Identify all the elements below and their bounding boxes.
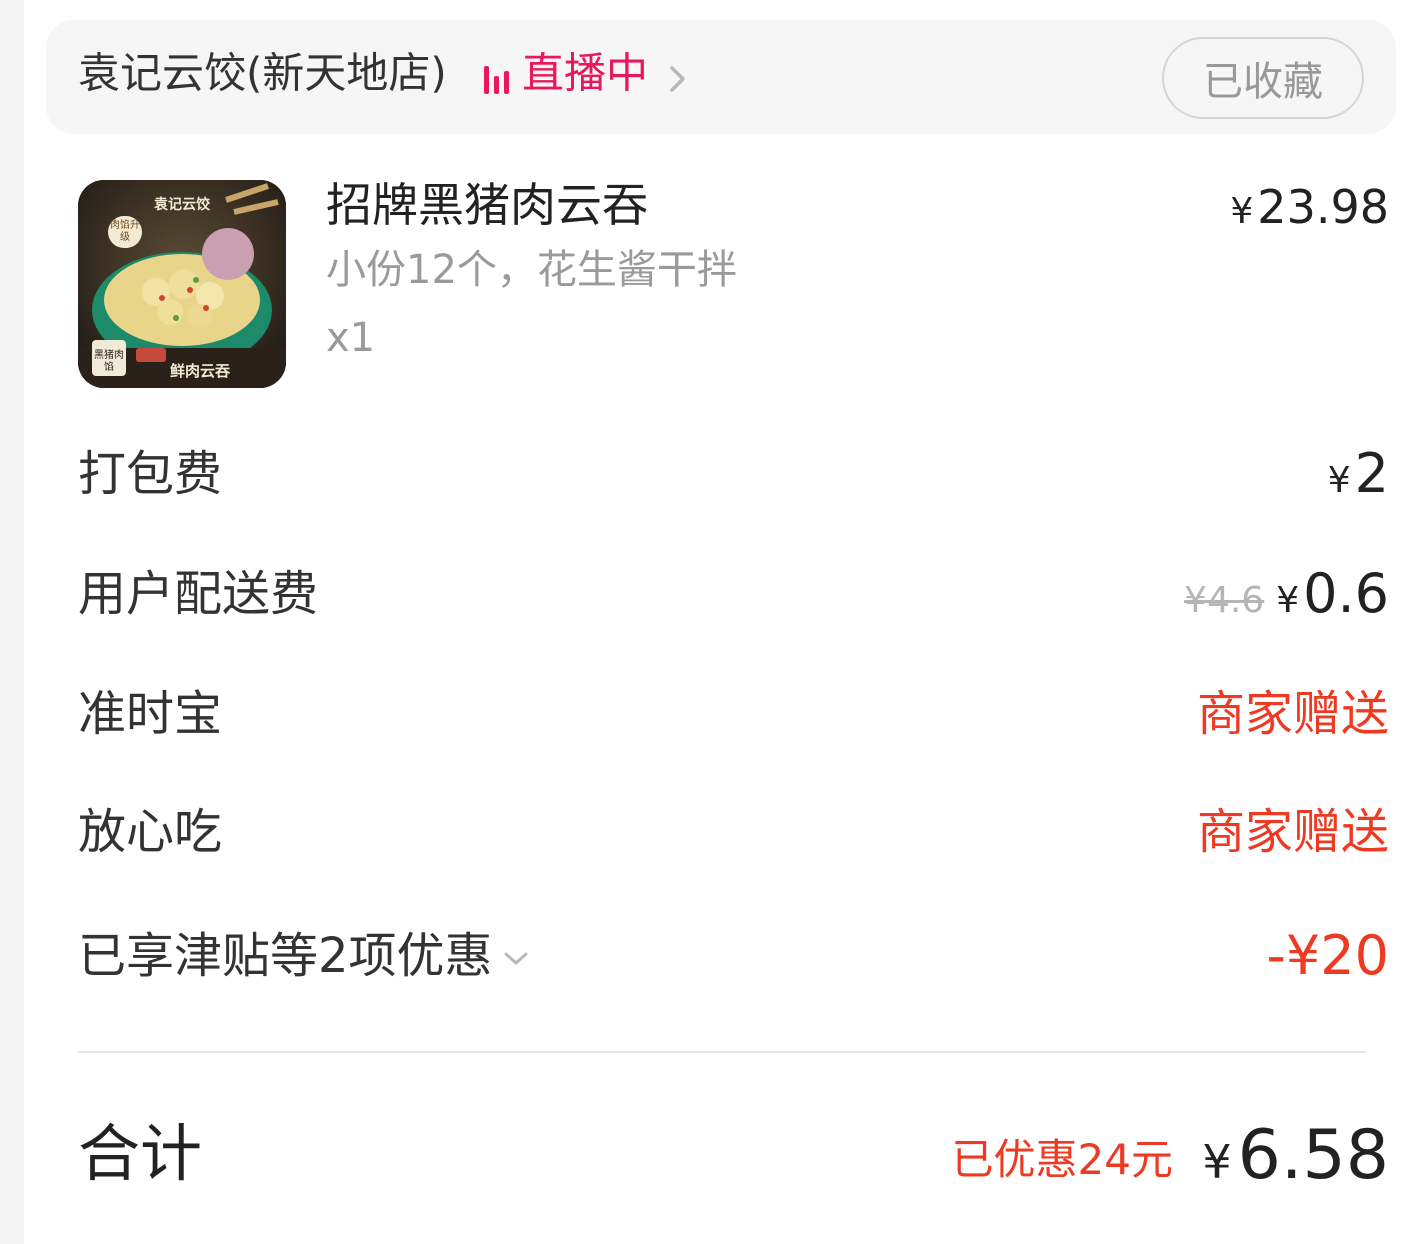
chevron-down-icon[interactable] [501,949,531,969]
delivery-fee-value: ¥4.6 ¥0.6 [1184,564,1389,631]
total-label: 合计 [78,1117,203,1190]
food-safety-value: 商家赠送 [1196,804,1389,860]
total-price: ¥6.58 [1202,1118,1389,1200]
ontime-guarantee-label[interactable]: 准时宝 [78,684,222,744]
food-safety-label[interactable]: 放心吃 [78,802,222,862]
divider [78,1051,1366,1053]
total-discount-note: 已优惠24元 [951,1135,1173,1184]
product-spec: 小份12个，花生酱干拌 [326,247,737,293]
product-image-tag: 黑猪肉馅 [94,350,124,373]
packing-fee-label: 打包费 [78,446,223,502]
delivery-fee-label: 用户配送费 [78,566,319,622]
chevron-right-icon[interactable] [668,62,688,96]
ontime-guarantee-value: 商家赠送 [1196,686,1389,742]
product-image-badge: 肉馅升级 [108,216,142,248]
packing-fee-value: ¥2 [1328,444,1389,511]
product-image-brand: 袁记云饺 [154,197,210,213]
currency-symbol: ¥ [1202,1135,1232,1189]
currency-symbol: ¥ [1327,460,1351,501]
product-price: ¥23.98 [1230,178,1389,241]
discounts-toggle[interactable]: 已享津贴等2项优惠 [78,926,531,986]
order-card: 袁记云饺(新天地店) 直播中 已收藏 袁记云饺 肉馅升级 黑猪肉馅 鲜肉云吞 招… [24,0,1419,1244]
packing-fee-amount: 2 [1354,442,1389,505]
discounts-value: -¥20 [1266,924,1389,987]
product-name[interactable]: 招牌黑猪肉云吞 [326,176,648,234]
product-quantity: x1 [326,315,376,361]
delivery-fee-amount: 0.6 [1303,562,1389,625]
live-status[interactable]: 直播中 [522,40,648,101]
delivery-fee-original: ¥4.6 [1184,580,1265,621]
favorite-button[interactable]: 已收藏 [1162,37,1364,119]
store-name[interactable]: 袁记云饺(新天地店) [78,40,447,101]
store-header[interactable]: 袁记云饺(新天地店) 直播中 已收藏 [46,20,1396,134]
product-image-caption: 鲜肉云吞 [170,362,231,380]
live-bars-icon [484,66,509,94]
currency-symbol: ¥ [1230,191,1254,232]
discounts-label: 已享津贴等2项优惠 [78,928,493,984]
product-image[interactable]: 袁记云饺 肉馅升级 黑猪肉馅 鲜肉云吞 [78,180,286,388]
product-price-value: 23.98 [1257,180,1389,234]
total-amount: 6.58 [1237,1116,1389,1195]
currency-symbol: ¥ [1276,580,1300,621]
